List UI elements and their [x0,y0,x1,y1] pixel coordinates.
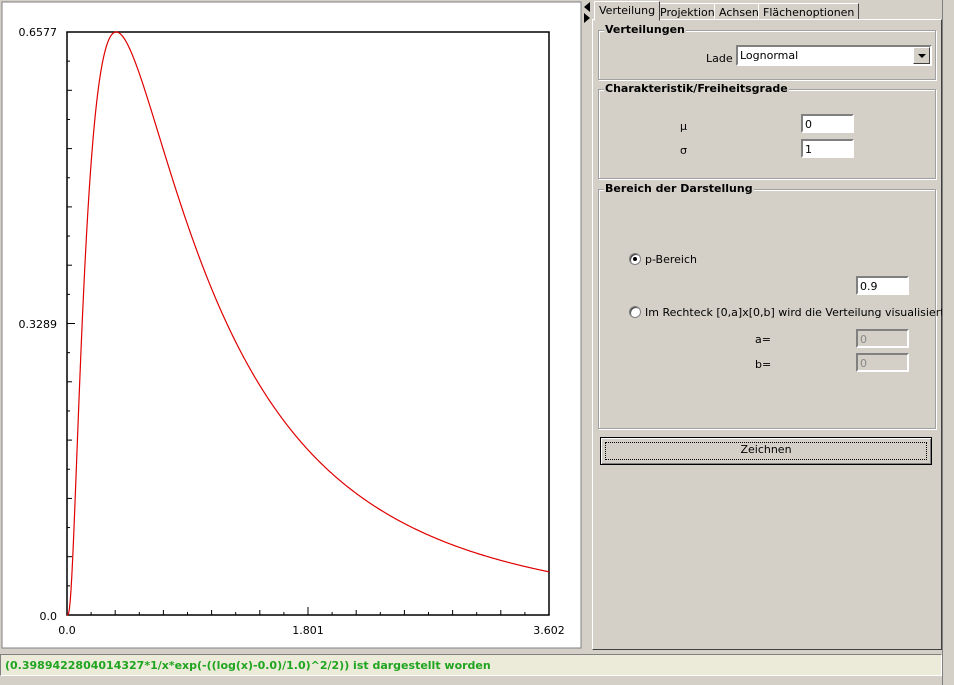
b-label: b= [755,358,772,371]
panel-splitter[interactable] [583,0,592,650]
y-tick-label-top: 0.6577 [19,26,58,39]
focus-ring [605,442,927,460]
a-input[interactable] [856,329,909,348]
rechteck-label[interactable]: Im Rechteck [0,a]x[0,b] wird die Verteil… [645,306,945,319]
group-bereich: Bereich der Darstellung p-Bereich Im Rec… [598,183,945,429]
distribution-select[interactable]: Lognormal [736,45,932,66]
tab-content-verteilung: Verteilungen Lade Lognormal Charakterist… [592,19,945,650]
x-tick-label-mid: 1.801 [292,624,324,637]
group-title-bereich: Bereich der Darstellung [604,182,754,195]
zeichnen-button[interactable]: Zeichnen [600,437,932,465]
status-text: (0.3989422804014327*1/x*exp(-((log(x)-0.… [5,659,491,672]
triangle-left-icon[interactable] [584,2,590,12]
status-bar: (0.3989422804014327*1/x*exp(-((log(x)-0.… [0,654,942,676]
sigma-input[interactable] [801,139,854,158]
group-title-verteilungen: Verteilungen [604,23,686,36]
tab-strip: Verteilung Projektion Achsen Flächenopti… [594,1,940,21]
bottom-strip [0,678,942,685]
group-verteilungen: Verteilungen Lade Lognormal [598,24,936,80]
distribution-plot: 0.6577 0.3289 0.0 0.0 1.801 3.602 [1,1,582,649]
p-bereich-radio[interactable] [629,253,641,265]
lade-label: Lade [706,52,733,65]
x-tick-label-max: 3.602 [533,624,565,637]
y-tick-label-zero: 0.0 [40,610,58,623]
group-charakteristik: Charakteristik/Freiheitsgrade μ σ [598,83,936,179]
p-bereich-label[interactable]: p-Bereich [645,253,697,266]
window-edge [942,0,954,685]
y-tick-label-mid: 0.3289 [19,318,58,331]
a-label: a= [755,333,771,346]
plot-panel: 0.6577 0.3289 0.0 0.0 1.801 3.602 [0,0,583,650]
plot-area [66,31,550,616]
tab-verteilung[interactable]: Verteilung [594,1,661,21]
mu-label: μ [680,120,687,133]
settings-panel: Verteilung Projektion Achsen Flächenopti… [592,0,945,650]
p-bereich-input[interactable] [856,276,909,295]
mu-input[interactable] [801,114,854,133]
sigma-label: σ [680,144,687,157]
b-input[interactable] [856,353,909,372]
chevron-down-icon[interactable] [913,47,930,64]
x-tick-label-zero: 0.0 [58,624,76,637]
distribution-select-value: Lognormal [740,49,799,62]
group-title-charakteristik: Charakteristik/Freiheitsgrade [604,82,789,95]
rechteck-radio[interactable] [629,306,641,318]
triangle-right-icon[interactable] [584,13,590,23]
